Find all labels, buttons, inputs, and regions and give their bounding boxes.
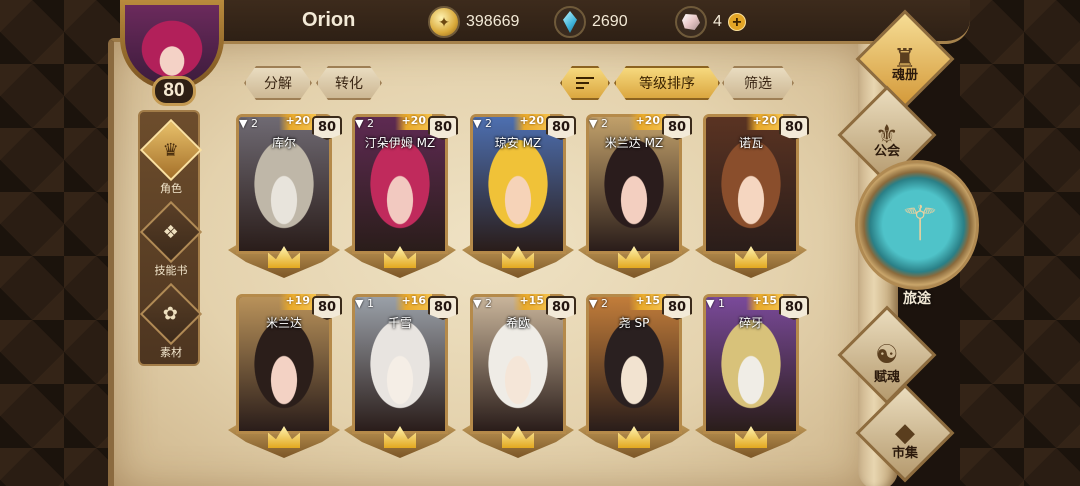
nav-character[interactable]: ♛ 角色 — [139, 118, 203, 196]
player-name: Orion — [302, 9, 356, 31]
star-count: ▼ 2 — [589, 296, 608, 310]
star-count: ▼ 2 — [239, 116, 258, 130]
gold-resource: ✦ 398669 — [428, 6, 519, 38]
stone-resource: 4 + — [675, 6, 746, 38]
star-count: ▼ 1 — [706, 296, 725, 310]
gem-resource: 2690 — [554, 6, 628, 38]
nav-material[interactable]: ✿ 素材 — [139, 282, 203, 360]
hero-name: 米兰达 — [265, 316, 302, 330]
hero-card[interactable]: ▼ 2 +20 80 汀朵伊姆 MZ — [344, 114, 458, 282]
hero-name: 琼安 MZ — [494, 136, 542, 150]
hero-card[interactable]: ▼ 2 +15 80 希欧 — [462, 294, 576, 462]
gold-coin-icon: ✦ — [428, 6, 460, 38]
soul-book-icon: ♜ — [855, 9, 955, 109]
gold-amount: 398669 — [466, 13, 520, 30]
journey-label: 旅途 — [903, 291, 931, 307]
hero-name: 库尔 — [271, 136, 296, 150]
guild-label: 公会 — [873, 144, 900, 159]
right-background — [960, 0, 1080, 486]
hero-name: 千雪 — [387, 316, 412, 330]
nav-skill-book[interactable]: ❖ 技能书 — [139, 200, 203, 278]
stone-amount: 4 — [713, 13, 722, 30]
add-stone-button[interactable]: + — [727, 13, 746, 31]
hero-name: 碎牙 — [738, 316, 763, 330]
hero-name: 米兰达 MZ — [604, 136, 664, 150]
material-icon: ✿ — [139, 282, 203, 346]
hero-card[interactable]: ▼ 2 +20 80 琼安 MZ — [462, 114, 576, 282]
hero-name: 希欧 — [505, 316, 530, 330]
player-level-badge: 80 — [152, 76, 196, 106]
star-count: ▼ 1 — [355, 296, 374, 310]
skill-book-icon: ❖ — [139, 200, 203, 264]
sort-icon — [576, 76, 594, 90]
hero-card[interactable]: ▼ 2 +20 80 库尔 — [228, 114, 342, 282]
stone-icon — [675, 6, 707, 38]
journey-emblem-icon: ⚚ — [898, 196, 942, 252]
nav-material-label: 素材 — [160, 346, 182, 359]
fusion-icon: ☯ — [837, 305, 937, 405]
fusion-label: 赋魂 — [873, 370, 900, 385]
soul-book-label: 魂册 — [891, 68, 918, 83]
nav-character-label: 角色 — [160, 182, 182, 195]
hero-card[interactable]: ▼ 2 +15 80 尧 SP — [578, 294, 692, 462]
crystal-icon — [554, 6, 586, 38]
hero-card[interactable]: +19 80 米兰达 — [228, 294, 342, 462]
player-avatar[interactable]: 80 — [112, 0, 232, 110]
filter-button[interactable]: 筛选 — [722, 66, 794, 100]
hero-name: 尧 SP — [618, 316, 650, 330]
gem-amount: 2690 — [592, 13, 628, 30]
hero-card[interactable]: ▼ 1 +16 80 千雪 — [344, 294, 458, 462]
nav-skill-book-label: 技能书 — [154, 264, 188, 277]
helmet-icon: ♛ — [139, 118, 203, 182]
hero-card[interactable]: ▼ 2 +20 80 米兰达 MZ — [578, 114, 692, 282]
journey-button[interactable]: ⚚ — [855, 160, 979, 290]
hero-card[interactable]: ▼ 1 +15 80 碎牙 — [695, 294, 809, 462]
market-label: 市集 — [891, 446, 918, 461]
hero-card[interactable]: +20 80 诺瓦 — [695, 114, 809, 282]
sort-by-level-button[interactable]: 等级排序 — [614, 66, 720, 100]
market-icon: ◆ — [855, 383, 955, 483]
decompose-button[interactable]: 分解 — [244, 66, 312, 100]
star-count: ▼ 2 — [473, 116, 492, 130]
transform-button[interactable]: 转化 — [316, 66, 382, 100]
hero-name: 诺瓦 — [738, 136, 763, 150]
avatar — [125, 5, 219, 85]
market-button[interactable]: ◆ 市集 — [855, 383, 955, 486]
hero-name: 汀朵伊姆 MZ — [364, 136, 436, 150]
star-count: ▼ 2 — [473, 296, 492, 310]
left-nav: ♛ 角色 ❖ 技能书 ✿ 素材 — [138, 110, 203, 366]
star-count: ▼ 2 — [355, 116, 374, 130]
star-count: ▼ 2 — [589, 116, 608, 130]
